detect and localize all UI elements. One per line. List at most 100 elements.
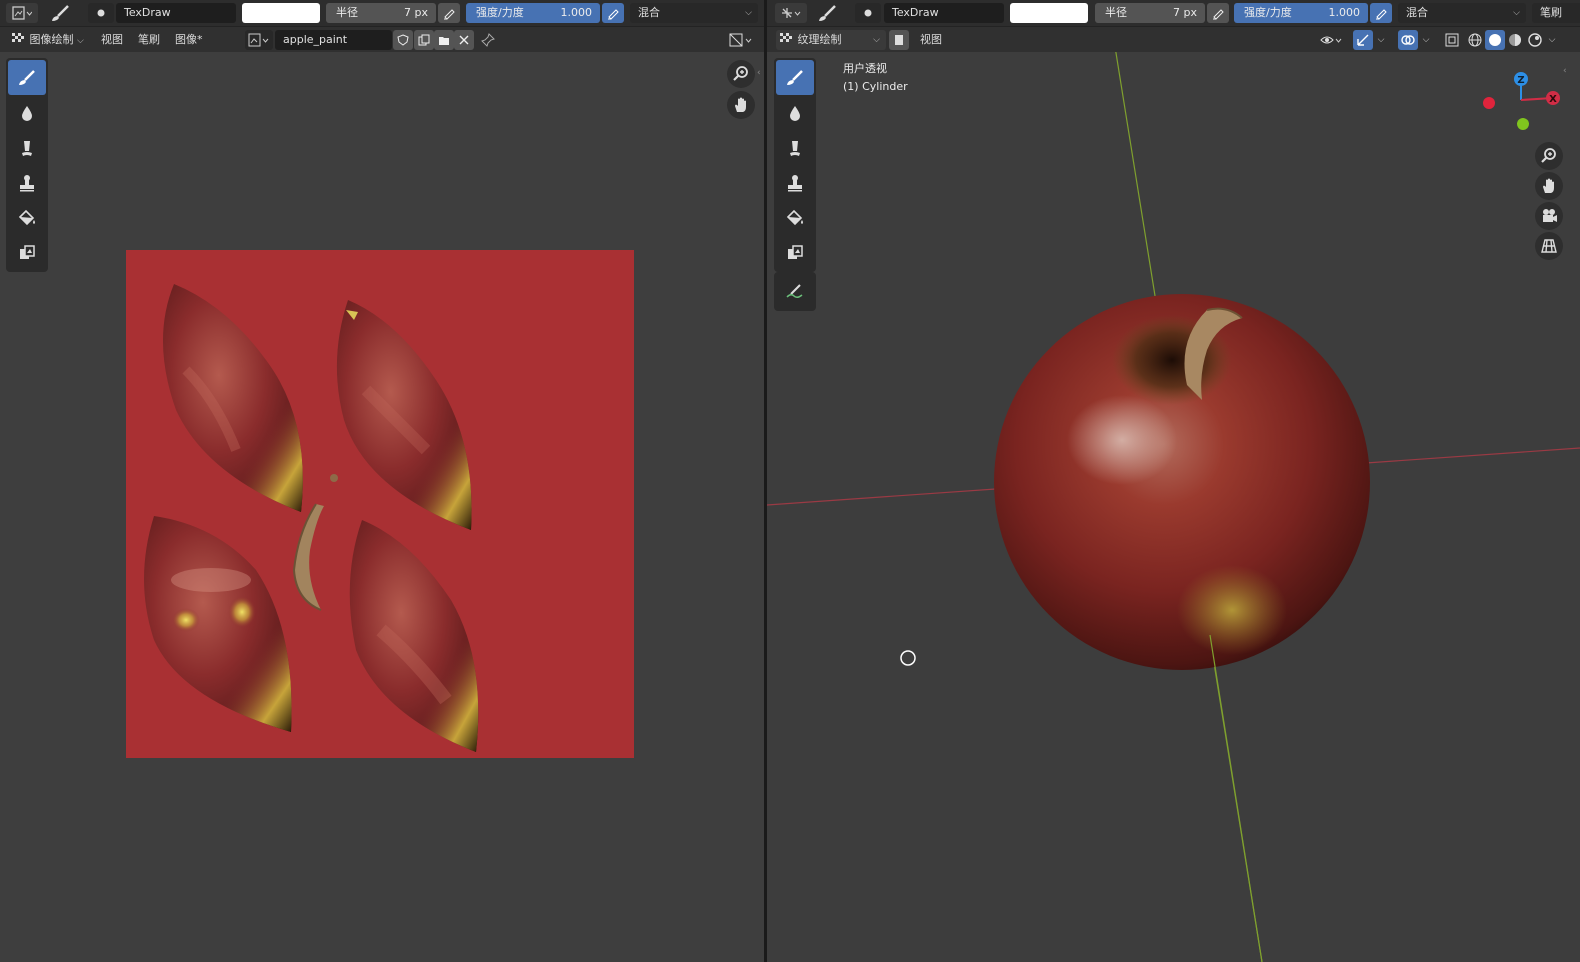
solid-icon (1489, 34, 1501, 46)
gizmo-dropdown[interactable]: ⌵ (1374, 30, 1388, 50)
strength-pressure-toggle[interactable] (1370, 3, 1392, 23)
y-axis-handle[interactable] (1517, 118, 1529, 130)
menu-image[interactable]: 图像* (175, 31, 203, 49)
blend-mode-select[interactable]: 混合 ⌵ (630, 3, 758, 23)
radius-slider[interactable]: 半径 7 px (326, 3, 436, 23)
texture-slot-button[interactable] (889, 30, 909, 50)
radius-label: 半径 (1105, 6, 1127, 19)
brush-preview-button[interactable] (855, 3, 881, 23)
image-browse-icon (248, 33, 269, 47)
brush-menu-button[interactable]: 笔刷 (1532, 3, 1580, 23)
clone-tool-button[interactable] (776, 165, 814, 200)
smear-tool-icon (790, 140, 800, 156)
new-image-button[interactable] (414, 30, 434, 50)
hand-icon (1543, 178, 1554, 193)
mask-tool-button[interactable] (8, 235, 46, 270)
tool-settings-header: TexDraw 半径 7 px 强度/力度 1.000 混合 ⌵ 笔刷 (767, 0, 1580, 27)
radius-pressure-toggle[interactable] (1207, 3, 1229, 23)
fake-user-button[interactable] (393, 30, 413, 50)
gizmo-toggle[interactable] (1353, 30, 1373, 50)
radius-value: 7 px (1173, 6, 1197, 19)
brush-preview-icon (97, 9, 105, 17)
pin-button[interactable] (478, 30, 498, 50)
rendered-shading-button[interactable] (1525, 30, 1545, 50)
pan-button[interactable] (1535, 172, 1563, 200)
draw-tool-button[interactable] (8, 60, 46, 95)
annotate-tool-button[interactable] (776, 274, 814, 309)
image-name-field[interactable]: apple_paint (275, 30, 392, 50)
brush-color-swatch[interactable] (1010, 3, 1088, 23)
pen-pressure-icon (444, 9, 455, 20)
editor-type-button[interactable] (6, 3, 38, 23)
perspective-toggle-button[interactable] (1535, 232, 1563, 260)
overlay-icon (1401, 35, 1415, 45)
paint-brush-button[interactable] (813, 3, 841, 23)
shading-dropdown[interactable]: ⌵ (1545, 30, 1559, 50)
zoom-button[interactable] (1535, 142, 1563, 170)
navigation-gizmo[interactable]: Z X (1479, 66, 1575, 136)
menu-view[interactable]: 视图 (101, 31, 123, 49)
brush-color-swatch[interactable] (242, 3, 320, 23)
menu-brush[interactable]: 笔刷 (138, 31, 160, 49)
radius-slider[interactable]: 半径 7 px (1095, 3, 1205, 23)
zoom-button[interactable] (727, 60, 755, 88)
mask-tool-button[interactable] (776, 235, 814, 270)
mask-tool-icon (20, 244, 35, 259)
strength-slider[interactable]: 强度/力度 1.000 (1234, 3, 1368, 23)
mode-grid-icon (780, 33, 792, 42)
blend-mode-value: 混合 (1406, 6, 1428, 19)
rendered-icon (1528, 33, 1542, 47)
mode-grid-icon (12, 33, 24, 42)
overlay-dropdown[interactable]: ⌵ (1419, 30, 1433, 50)
brush-preview-button[interactable] (88, 3, 114, 23)
draw-tool-button[interactable] (776, 60, 814, 95)
mode-dropdown[interactable]: 纹理绘制 ⌵ (776, 30, 886, 50)
fill-tool-button[interactable] (8, 200, 46, 235)
pan-button[interactable] (727, 91, 755, 119)
strength-pressure-toggle[interactable] (602, 3, 624, 23)
xray-toggle[interactable] (1442, 30, 1462, 50)
paint-brush-button[interactable] (46, 3, 74, 23)
chevron-down-icon: ⌵ (873, 35, 880, 45)
strength-slider[interactable]: 强度/力度 1.000 (466, 3, 600, 23)
camera-icon (1543, 209, 1557, 222)
apple-mesh[interactable] (994, 294, 1370, 670)
camera-view-button[interactable] (1535, 202, 1563, 230)
brush-name-field[interactable]: TexDraw (116, 3, 236, 23)
blend-mode-select[interactable]: 混合 ⌵ (1398, 3, 1526, 23)
open-image-button[interactable] (434, 30, 454, 50)
mode-label: 图像绘制 (29, 33, 74, 46)
fill-tool-icon (786, 209, 803, 225)
brush-cursor (900, 650, 916, 666)
visibility-dropdown[interactable] (1319, 30, 1345, 50)
radius-pressure-toggle[interactable] (438, 3, 460, 23)
solid-shading-button[interactable] (1485, 30, 1505, 50)
soften-tool-button[interactable] (776, 95, 814, 130)
editor-type-button[interactable] (775, 3, 807, 23)
viewport-scene[interactable] (767, 0, 1580, 962)
fill-tool-button[interactable] (776, 200, 814, 235)
soften-tool-button[interactable] (8, 95, 46, 130)
smear-tool-button[interactable] (8, 130, 46, 165)
texture-canvas[interactable] (126, 250, 634, 758)
menu-view[interactable]: 视图 (920, 31, 942, 49)
strength-value: 1.000 (1328, 6, 1361, 19)
collapse-arrow-icon[interactable]: ‹ (757, 68, 761, 78)
wireframe-shading-button[interactable] (1465, 30, 1485, 50)
material-shading-button[interactable] (1505, 30, 1525, 50)
uv-display-dropdown[interactable] (726, 30, 756, 50)
unlink-image-button[interactable] (454, 30, 474, 50)
brush-name-field[interactable]: TexDraw (884, 3, 1004, 23)
overlay-toggle[interactable] (1398, 30, 1418, 50)
neg-x-handle[interactable] (1483, 97, 1495, 109)
soften-tool-icon (22, 105, 32, 121)
image-browse-button[interactable] (245, 30, 273, 50)
collapse-arrow-icon[interactable]: ‹ (1563, 66, 1567, 76)
clone-tool-button[interactable] (8, 165, 46, 200)
chevron-down-icon: ⌵ (1422, 35, 1430, 45)
mode-dropdown[interactable]: 图像绘制 ⌵ (8, 30, 90, 50)
close-icon (459, 35, 469, 45)
smear-tool-button[interactable] (776, 130, 814, 165)
zoom-icon (733, 66, 748, 81)
open-image-icon (439, 37, 449, 45)
